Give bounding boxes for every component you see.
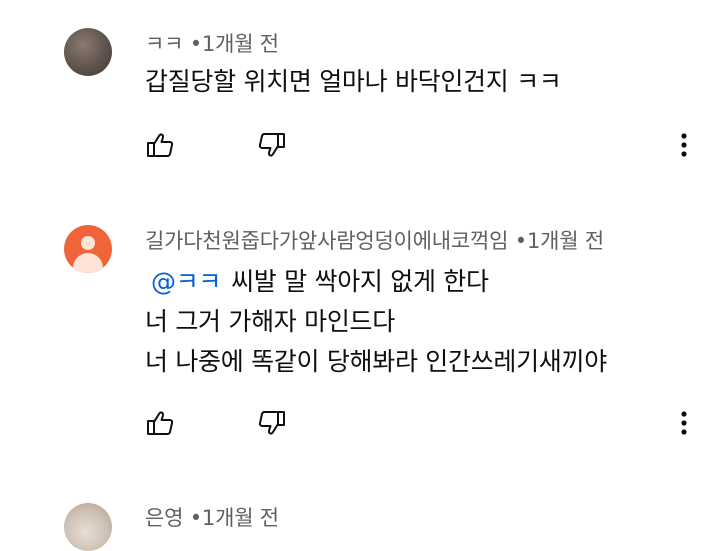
comment-text: 갑질당할 위치면 얼마나 바닥인건지 ㅋㅋ: [145, 67, 562, 96]
avatar-shoulders: [73, 253, 103, 273]
thumbs-up-icon: [147, 133, 174, 157]
comment-time[interactable]: 1개월 전: [202, 32, 279, 56]
comment-author[interactable]: 은영: [145, 506, 183, 530]
comment-meta: 길가다천원줍다가앞사람엉덩이에내코꺽임 •1개월 전: [145, 225, 604, 255]
meta-separator: •: [189, 506, 202, 530]
comment-meta: 은영 •1개월 전: [145, 502, 279, 532]
dislike-button[interactable]: [255, 406, 289, 440]
like-button[interactable]: [143, 128, 177, 162]
dislike-button[interactable]: [255, 128, 289, 162]
thumbs-down-icon: [258, 133, 285, 157]
comment-meta: ㅋㅋ •1개월 전: [145, 28, 279, 58]
more-button[interactable]: [667, 128, 701, 162]
thumbs-up-icon: [147, 411, 174, 435]
avatar[interactable]: [64, 503, 112, 551]
comment-author[interactable]: ㅋㅋ: [145, 32, 183, 56]
meta-separator: •: [514, 229, 527, 253]
meta-separator: •: [189, 32, 202, 56]
like-button[interactable]: [143, 406, 177, 440]
avatar[interactable]: [64, 28, 112, 76]
comment-author[interactable]: 길가다천원줍다가앞사람엉덩이에내코꺽임: [145, 229, 508, 253]
comment-text-line: 너 나중에 똑같이 당해봐라 인간쓰레기새끼야: [145, 347, 607, 376]
more-button[interactable]: [667, 406, 701, 440]
avatar[interactable]: [64, 225, 112, 273]
comment-time[interactable]: 1개월 전: [202, 506, 279, 530]
thumbs-down-icon: [258, 411, 285, 435]
comment-time[interactable]: 1개월 전: [527, 229, 604, 253]
more-vertical-icon: [681, 411, 687, 435]
mention-link[interactable]: @ㅋㅋ: [151, 267, 221, 296]
comment-text-line: 너 그거 가해자 마인드다: [145, 307, 395, 336]
comment-text-line: 씨발 말 싹아지 없게 한다: [231, 267, 489, 296]
comment-text: @ㅋㅋ 씨발 말 싹아지 없게 한다: [145, 262, 489, 298]
more-vertical-icon: [681, 133, 687, 157]
avatar-head: [81, 236, 95, 250]
